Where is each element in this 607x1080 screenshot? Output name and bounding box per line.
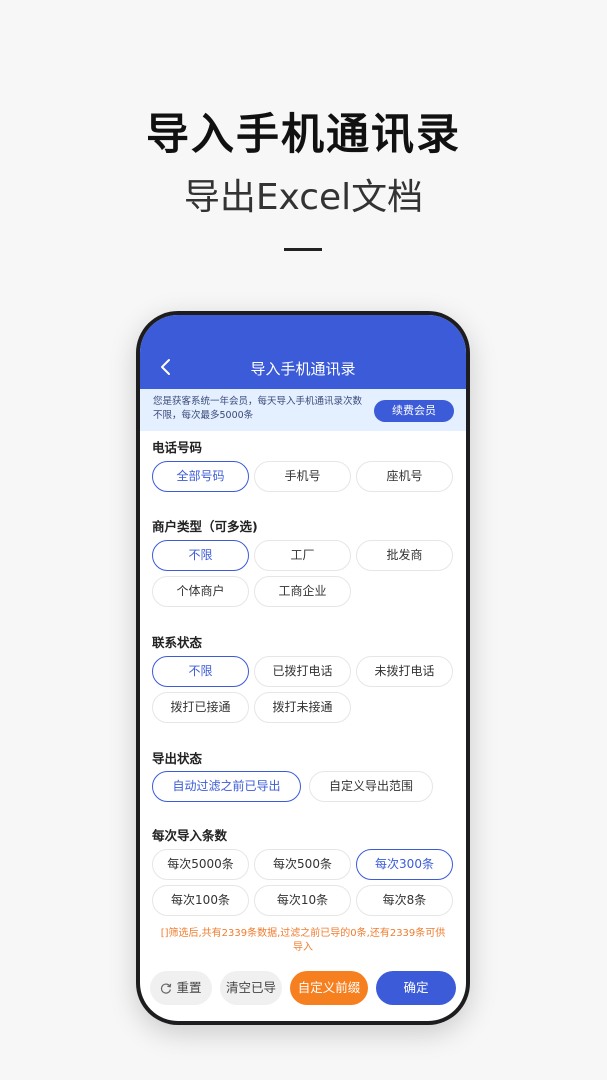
option-wholesaler[interactable]: 批发商 (356, 540, 453, 571)
option-auto-filter[interactable]: 自动过滤之前已导出 (152, 771, 301, 802)
section-title-phone: 电话号码 (152, 440, 203, 455)
option-count-10[interactable]: 每次10条 (254, 885, 351, 916)
option-enterprise[interactable]: 工商企业 (254, 576, 351, 607)
section-title-contact: 联系状态 (152, 635, 203, 650)
option-all-numbers[interactable]: 全部号码 (152, 461, 249, 492)
option-custom-range[interactable]: 自定义导出范围 (309, 771, 433, 802)
option-not-connected[interactable]: 拨打未接通 (254, 692, 351, 723)
option-individual[interactable]: 个体商户 (152, 576, 249, 607)
option-not-called[interactable]: 未拨打电话 (356, 656, 453, 687)
option-landline[interactable]: 座机号 (356, 461, 453, 492)
promo-subtitle: 导出Excel文档 (183, 177, 424, 218)
clear-exported-button[interactable]: 清空已导 (220, 971, 282, 1005)
promo-title: 导入手机通讯录 (146, 110, 461, 160)
option-contact-any[interactable]: 不限 (152, 656, 249, 687)
app-header: 导入手机通讯录 (140, 315, 466, 389)
filter-summary-text: []筛选后,共有2339条数据,过滤之前已导的0条,还有2339条可供导入 (160, 928, 446, 953)
option-count-8[interactable]: 每次8条 (356, 885, 453, 916)
option-merchant-any[interactable]: 不限 (152, 540, 249, 571)
option-count-100[interactable]: 每次100条 (152, 885, 249, 916)
refresh-icon (161, 982, 172, 994)
option-factory[interactable]: 工厂 (254, 540, 351, 571)
option-mobile[interactable]: 手机号 (254, 461, 351, 492)
confirm-button[interactable]: 确定 (376, 971, 456, 1005)
renew-membership-button[interactable]: 续费会员 (374, 400, 454, 422)
option-count-5000[interactable]: 每次5000条 (152, 849, 249, 880)
option-count-300[interactable]: 每次300条 (356, 849, 453, 880)
option-called[interactable]: 已拨打电话 (254, 656, 351, 687)
custom-prefix-button[interactable]: 自定义前缀 (290, 971, 368, 1005)
membership-notice: 您是获客系统一年会员，每天导入手机通讯录次数不限，每次最多5000条 续费会员 (140, 389, 466, 431)
option-count-500[interactable]: 每次500条 (254, 849, 351, 880)
phone-screen: 导入手机通讯录 您是获客系统一年会员，每天导入手机通讯录次数不限，每次最多500… (140, 315, 466, 1021)
phone-frame: 导入手机通讯录 您是获客系统一年会员，每天导入手机通讯录次数不限，每次最多500… (136, 311, 470, 1025)
option-connected[interactable]: 拨打已接通 (152, 692, 249, 723)
section-title-merchant: 商户类型（可多选) (152, 519, 258, 534)
section-title-count: 每次导入条数 (152, 828, 228, 843)
reset-label: 重置 (176, 980, 202, 995)
section-title-export: 导出状态 (152, 751, 203, 766)
notice-text: 您是获客系统一年会员，每天导入手机通讯录次数不限，每次最多5000条 (153, 396, 363, 421)
promo-divider (284, 248, 322, 251)
reset-button[interactable]: 重置 (150, 971, 212, 1005)
page-title: 导入手机通讯录 (250, 360, 356, 378)
